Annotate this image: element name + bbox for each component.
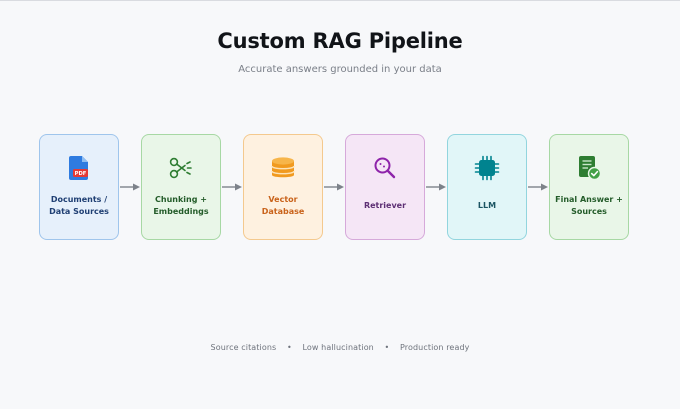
page-subtitle: Accurate answers grounded in your data (238, 64, 442, 75)
pdf-document-icon: PDF (40, 155, 118, 181)
flow-arrow (324, 183, 344, 191)
separator-dot: • (384, 343, 390, 352)
step-llm-card: LLM (447, 134, 527, 240)
step-documents-card: PDF Documents / Data Sources (39, 134, 119, 240)
flow-arrow (426, 183, 446, 191)
step-chunking-card: Chunking + Embeddings (141, 134, 221, 240)
search-icon (346, 155, 424, 181)
step-label: Retriever (363, 201, 407, 210)
step-final-answer-card: Final Answer + Sources (549, 134, 629, 240)
feature-item: Source citations (210, 343, 277, 352)
step-label: Documents / Data Sources (49, 195, 109, 216)
step-retriever-card: Retriever (345, 134, 425, 240)
svg-text:PDF: PDF (75, 171, 87, 177)
flow-arrow (528, 183, 548, 191)
flow-arrow (120, 183, 140, 191)
separator-dot: • (286, 343, 292, 352)
feature-item: Low hallucination (302, 343, 374, 352)
database-icon (244, 155, 322, 181)
step-label: Chunking + Embeddings (153, 195, 209, 216)
step-label: Final Answer + Sources (555, 195, 623, 216)
ai-chip-icon (448, 155, 526, 181)
checked-document-icon (550, 155, 628, 181)
feature-item: Production ready (400, 343, 470, 352)
step-vector-database-card: Vector Database (243, 134, 323, 240)
page-title: Custom RAG Pipeline (217, 29, 463, 53)
step-label: LLM (477, 201, 497, 210)
flow-arrow (222, 183, 242, 191)
scissors-icon (142, 155, 220, 181)
step-label: Vector Database (261, 195, 305, 216)
feature-footer: Source citations • Low hallucination • P… (0, 343, 680, 352)
